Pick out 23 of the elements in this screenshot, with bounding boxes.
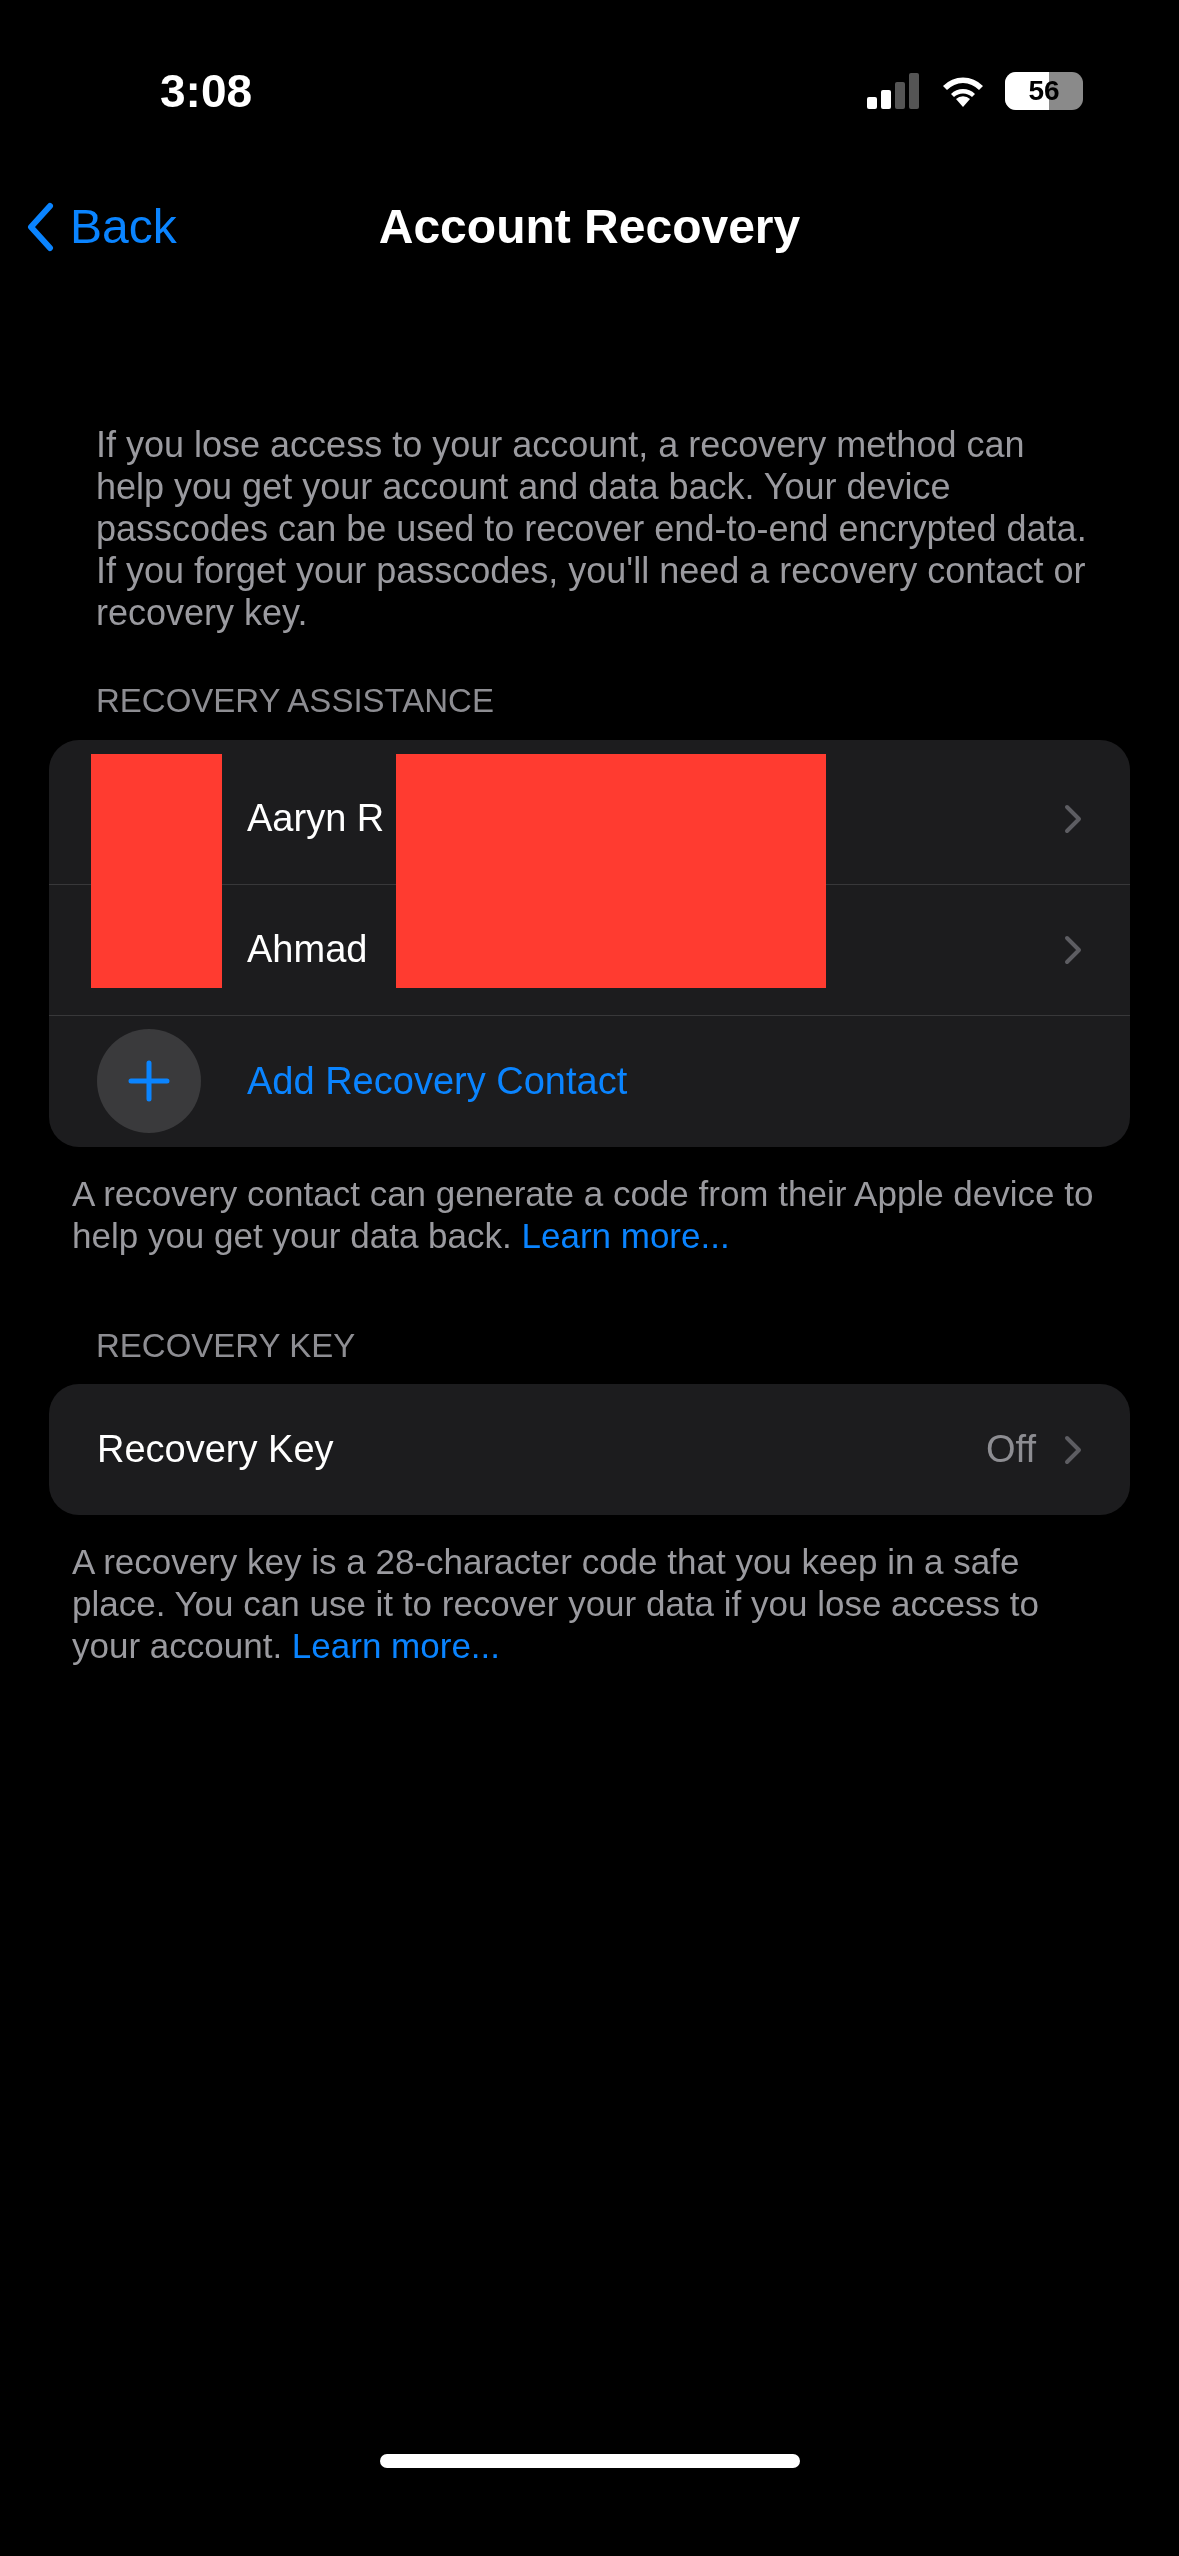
footer-text: A recovery contact can generate a code from their Apple device to help you get your data back. Learn more... — [71, 1172, 1095, 1257]
recovery-key-value: Off — [986, 1427, 1036, 1472]
chevron-icon — [1064, 1434, 1082, 1465]
learn-more-link[interactable]: Learn more... — [291, 1626, 500, 1665]
section-header: RECOVERY ASSISTANCE — [95, 681, 495, 721]
chevron-icon — [1064, 803, 1082, 834]
page-title: Account Recovery — [378, 199, 801, 255]
status-time: 3:08 — [160, 63, 253, 119]
signal-icon — [867, 73, 921, 109]
add-icon — [97, 1029, 201, 1133]
contact-name[interactable]: Ahmad — [247, 921, 368, 978]
add-recovery-contact-button[interactable]: Add Recovery Contact — [49, 1015, 628, 1147]
contact-name[interactable]: Aaryn R — [247, 790, 385, 847]
recovery-key-label: Recovery Key — [97, 1427, 335, 1472]
battery-indicator: 56 — [1005, 72, 1083, 110]
back-chevron-icon — [26, 202, 54, 252]
intro-text: If you lose access to your account, a recovery method can help you get your account and data back. Your device passcodes can be used to recover end-to-end encrypted data. If you forget your passcodes, you'll need a recovery contact or recovery key. — [95, 424, 1088, 634]
section-header: RECOVERY KEY — [95, 1325, 357, 1366]
chevron-icon — [1064, 934, 1082, 965]
recovery-key-row[interactable]: Recovery Key Off — [49, 1384, 1130, 1515]
back-button[interactable]: Back — [26, 191, 177, 263]
learn-more-link[interactable]: Learn more... — [521, 1215, 730, 1255]
footer-text: A recovery key is a 28-character code that you keep in a safe place. You can use it to recover your data if you lose access to your account. Learn more... — [71, 1541, 1040, 1667]
